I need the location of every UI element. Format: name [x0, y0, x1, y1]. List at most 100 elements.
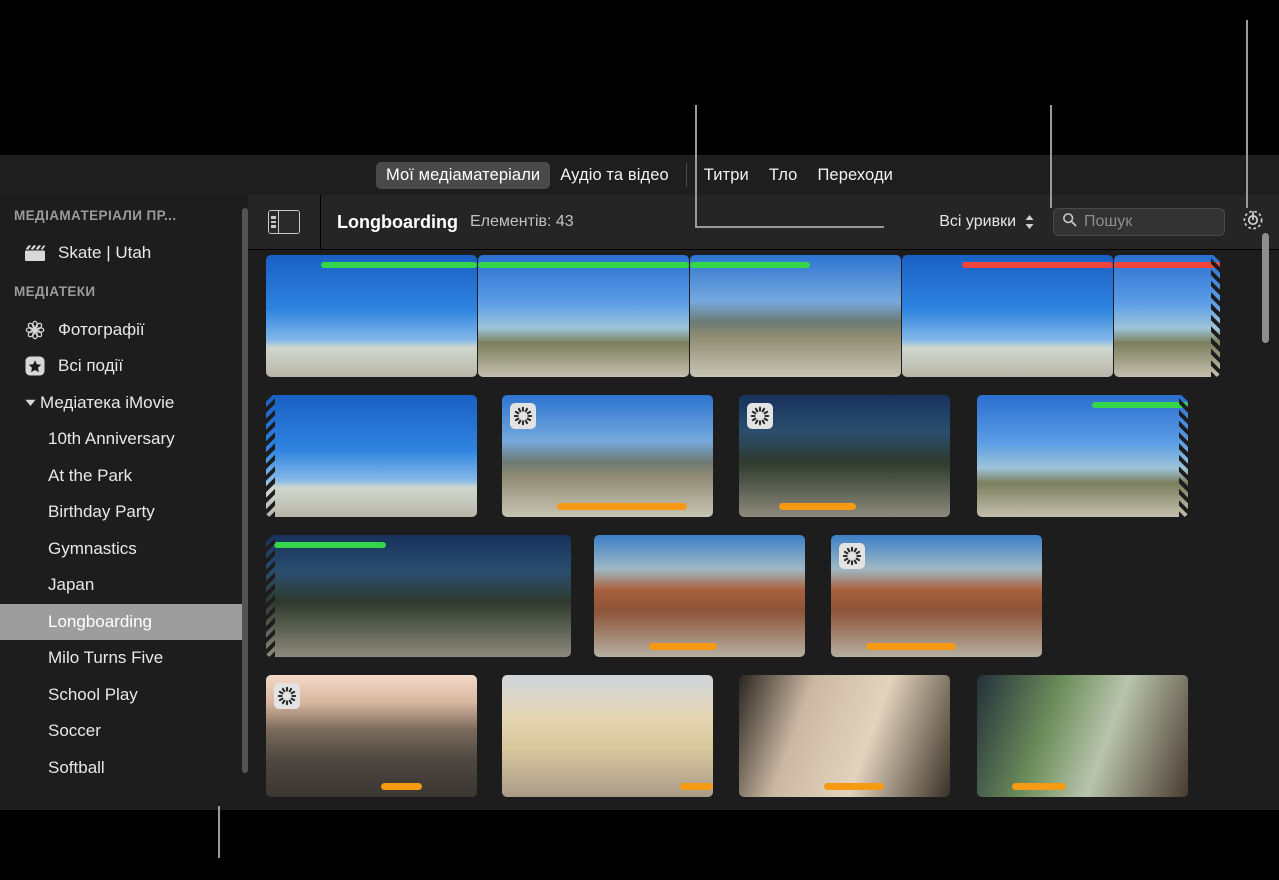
media-tab-bar: Мої медіаматеріалиАудіо та відео ТитриТло… [0, 155, 1279, 195]
sidebar-item-label: Фотографії [58, 320, 145, 340]
clip-filter-popup[interactable]: Всі уривки [939, 213, 1035, 231]
sidebar-item-longboarding[interactable]: Longboarding [0, 604, 248, 641]
tab-divider [686, 163, 687, 187]
clip-image [902, 255, 1113, 377]
clip-thumbnail[interactable] [1114, 255, 1220, 377]
callout-line-search [1050, 105, 1052, 208]
browser-header: Longboarding Елементів: 43 Всі уривки [248, 195, 1279, 250]
libraries-sidebar[interactable]: МЕДІАМАТЕРІАЛИ ПР...Skate | UtahМЕДІАТЕК… [0, 195, 248, 810]
sidebar-item-label: 10th Anniversary [48, 429, 175, 449]
sidebar-item-softball[interactable]: Softball [0, 750, 248, 787]
clip-image [266, 395, 477, 517]
sidebar-item-label: At the Park [48, 466, 132, 486]
clip-grid[interactable] [248, 251, 1279, 810]
search-icon [1062, 212, 1077, 232]
search-placeholder: Пошук [1084, 213, 1132, 231]
clip-thumbnail[interactable] [739, 395, 950, 517]
clip-image [594, 535, 805, 657]
sidebar-item-label: Всі події [58, 356, 123, 376]
clip-thumbnail[interactable] [266, 395, 477, 517]
sidebar-item-at-the-park[interactable]: At the Park [0, 458, 248, 495]
keyword-marker [381, 783, 422, 790]
clip-image [977, 675, 1188, 797]
favorite-marker [690, 262, 810, 268]
keyword-marker [557, 503, 687, 510]
clip-thumbnail[interactable] [266, 535, 571, 657]
clip-thumbnail[interactable] [266, 675, 477, 797]
sidebar-item-soccer[interactable]: Soccer [0, 713, 248, 750]
sidebar-item-label: School Play [48, 685, 138, 705]
favorite-marker [1092, 402, 1188, 408]
clapperboard-icon [22, 242, 48, 264]
rejected-marker [1114, 262, 1220, 268]
keyword-marker [649, 643, 717, 650]
sidebar-item-school-play[interactable]: School Play [0, 677, 248, 714]
imovie-window: Мої медіаматеріалиАудіо та відео ТитриТло… [0, 0, 1279, 880]
sidebar-item-birthday-party[interactable]: Birthday Party [0, 494, 248, 531]
callout-line-filter-vertical [695, 105, 697, 228]
clip-thumbnail[interactable] [831, 535, 1042, 657]
clip-image [266, 535, 571, 657]
keyword-marker [779, 503, 856, 510]
browser-title: Longboarding [337, 212, 458, 233]
sidebar-toggle-button[interactable] [248, 195, 321, 250]
sidebar-item-milo-turns-five[interactable]: Milo Turns Five [0, 640, 248, 677]
rejected-marker [962, 262, 1113, 268]
clip-thumbnail[interactable] [266, 255, 477, 377]
clip-thumbnail[interactable] [690, 255, 901, 377]
item-count-label: Елементів: 43 [470, 213, 574, 231]
clip-thumbnail[interactable] [502, 395, 713, 517]
clip-image [266, 255, 477, 377]
tab-4[interactable]: Переходи [807, 162, 903, 189]
sidebar-item-gymnastics[interactable]: Gymnastics [0, 531, 248, 568]
analyzing-spinner-icon [839, 543, 865, 569]
clip-thumbnail[interactable] [902, 255, 1113, 377]
clip-thumbnail[interactable] [739, 675, 950, 797]
callout-line-sidebar [218, 806, 220, 858]
sidebar-item-label: Japan [48, 575, 94, 595]
tab-2[interactable]: Титри [694, 162, 759, 189]
clip-continuation-edge [266, 535, 275, 657]
sidebar-item-skate-utah[interactable]: Skate | Utah [0, 235, 248, 272]
sidebar-item-[interactable]: Фотографії [0, 312, 248, 349]
sidebar-item-label: Softball [48, 758, 105, 778]
disclosure-triangle-icon[interactable] [22, 396, 38, 409]
browser-header-controls: Всі уривки Пошу [939, 208, 1279, 236]
sidebar-item-label: Skate | Utah [58, 243, 151, 263]
star-square-icon [22, 355, 48, 377]
sidebar-item-10th-anniversary[interactable]: 10th Anniversary [0, 421, 248, 458]
sidebar-item-label: Longboarding [48, 612, 152, 632]
sidebar-scrollbar[interactable] [242, 208, 248, 773]
sidebar-item-imovie[interactable]: Медіатека iMovie [0, 385, 248, 422]
clip-image [690, 255, 901, 377]
keyword-marker [680, 783, 713, 790]
browser-scrollbar[interactable] [1262, 233, 1269, 343]
search-input[interactable]: Пошук [1053, 208, 1225, 236]
clip-image [502, 675, 713, 797]
sidebar-item-label: Soccer [48, 721, 101, 741]
clip-thumbnail[interactable] [977, 675, 1188, 797]
tab-3[interactable]: Тло [759, 162, 808, 189]
keyword-marker [866, 643, 956, 650]
sidebar-item-label: Медіатека iMovie [40, 393, 174, 413]
favorite-marker [321, 262, 477, 268]
sidebar-toggle-icon [268, 210, 300, 234]
settings-button[interactable] [1239, 208, 1267, 236]
clip-thumbnail[interactable] [478, 255, 689, 377]
keyword-marker [1012, 783, 1066, 790]
clip-thumbnail[interactable] [594, 535, 805, 657]
favorite-marker [274, 542, 386, 548]
sidebar-item-[interactable]: Всі події [0, 348, 248, 385]
sidebar-item-label: Gymnastics [48, 539, 137, 559]
tab-0[interactable]: Мої медіаматеріали [376, 162, 550, 189]
chevron-updown-icon [1024, 214, 1035, 230]
clip-thumbnail[interactable] [502, 675, 713, 797]
favorite-marker [478, 262, 689, 268]
photos-flower-icon [22, 319, 48, 341]
sidebar-item-label: Birthday Party [48, 502, 155, 522]
clip-thumbnail[interactable] [977, 395, 1188, 517]
sidebar-item-label: Milo Turns Five [48, 648, 163, 668]
analyzing-spinner-icon [274, 683, 300, 709]
sidebar-item-japan[interactable]: Japan [0, 567, 248, 604]
tab-1[interactable]: Аудіо та відео [550, 162, 679, 189]
